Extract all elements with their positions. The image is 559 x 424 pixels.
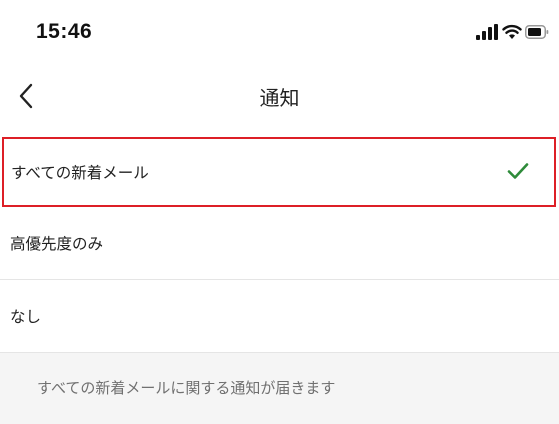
hint-area: すべての新着メールに関する通知が届きます (0, 353, 559, 424)
status-bar: 15:46 (0, 0, 559, 66)
option-all-new-mail[interactable]: すべての新着メール (2, 137, 556, 207)
nav-bar: 通知 (0, 66, 559, 128)
page-title: 通知 (259, 86, 300, 110)
checkmark-icon (507, 163, 529, 179)
option-high-priority-only[interactable]: 高優先度のみ (0, 207, 559, 280)
wifi-icon (502, 24, 522, 39)
notification-settings-screen: 15:46 通知 すべての新着メール 高優先度のみ なし すべての新着メールに関… (0, 0, 559, 424)
option-none[interactable]: なし (0, 280, 559, 353)
notification-option-list: すべての新着メール 高優先度のみ なし (0, 137, 559, 353)
status-time: 15:46 (36, 20, 93, 43)
status-icons (476, 24, 549, 42)
hint-text: すべての新着メールに関する通知が届きます (37, 379, 336, 397)
option-label: 高優先度のみ (10, 235, 104, 253)
option-label: すべての新着メール (11, 164, 149, 182)
option-label: なし (10, 308, 42, 326)
signal-icon (476, 24, 498, 40)
battery-icon (525, 25, 549, 39)
